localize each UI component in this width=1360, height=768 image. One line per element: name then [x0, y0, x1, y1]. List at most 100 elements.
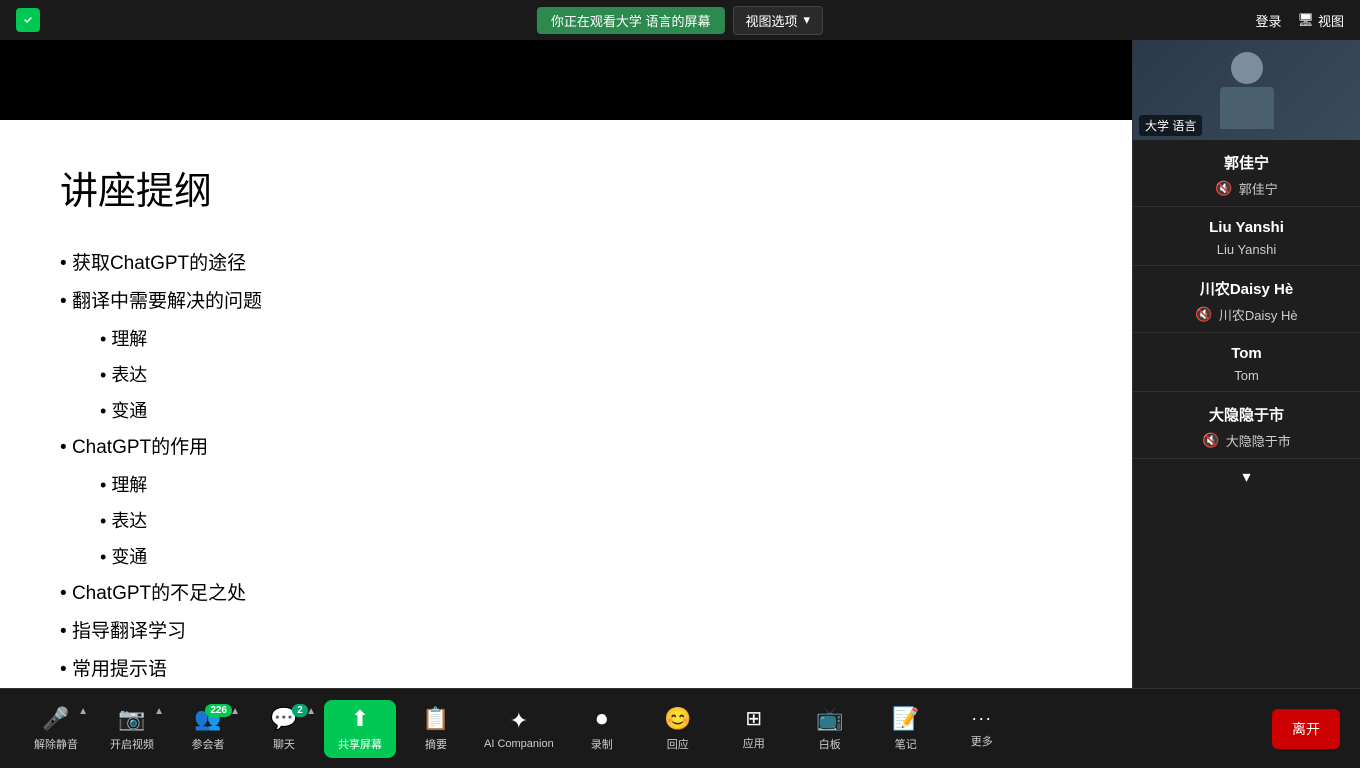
slide-subitem-1b: • 表达 — [60, 357, 1072, 393]
mic-muted-icon-dayinyinyu: 🔇 — [1202, 432, 1219, 449]
apps-button[interactable]: ⊞ 应用 — [718, 702, 790, 755]
top-center: 你正在观看大学 语言的屏幕 视图选项 ▾ — [537, 6, 823, 35]
top-bar: 你正在观看大学 语言的屏幕 视图选项 ▾ 登录 🖥 视图 — [0, 0, 1360, 40]
shield-icon — [16, 8, 40, 32]
participant-status-dayinyinyu: 🔇 大隐隐于市 — [1145, 431, 1348, 450]
expand-participants-button[interactable]: ▾ — [1133, 459, 1360, 495]
participant-status-tom: Tom — [1145, 368, 1348, 383]
slide-subitem-2c: • 变通 — [60, 539, 1072, 575]
slide-subitem-2a: • 理解 — [60, 467, 1072, 503]
top-bar-left — [16, 8, 40, 32]
video-label-btn: 开启视频 — [110, 736, 154, 752]
video-button[interactable]: 📷 开启视频 ▲ — [96, 702, 168, 756]
summary-icon: 📋 — [422, 706, 449, 732]
participant-liuyanshi: Liu Yanshi Liu Yanshi — [1133, 207, 1360, 266]
slide-subitem-1a: • 理解 — [60, 321, 1072, 357]
person-avatar — [1220, 52, 1274, 129]
participant-daisy: 川农Daisy Hè 🔇 川农Daisy Hè — [1133, 266, 1360, 333]
person-head — [1231, 52, 1263, 84]
screen-badge: 你正在观看大学 语言的屏幕 — [537, 7, 725, 34]
mute-arrow: ▲ — [78, 706, 88, 717]
chat-label: 聊天 — [273, 736, 295, 752]
ai-label: AI Companion — [484, 738, 554, 750]
participant-tom: Tom Tom — [1133, 333, 1360, 392]
apps-label: 应用 — [743, 735, 765, 751]
mic-muted-icon-daisy: 🔇 — [1195, 306, 1212, 323]
video-label: 大学 语言 — [1139, 115, 1202, 136]
record-icon: ⏺ — [596, 706, 607, 732]
participants-badge: 226 — [205, 704, 232, 717]
view-options-button[interactable]: 视图选项 ▾ — [733, 6, 824, 35]
react-icon: 😊 — [664, 706, 691, 732]
chevron-down-icon: ▾ — [804, 12, 811, 28]
slide-title: 讲座提纲 — [60, 160, 1072, 215]
participant-status-liuyanshi: Liu Yanshi — [1145, 242, 1348, 257]
mic-muted-icon: 🔇 — [1215, 180, 1232, 197]
right-panel: 大学 语言 郭佳宁 🔇 郭佳宁 Liu Yanshi Liu Yanshi 川农… — [1132, 40, 1360, 688]
slide-item-5: • 常用提示语 — [60, 651, 1072, 688]
notes-button[interactable]: 📝 笔记 — [870, 702, 942, 756]
whiteboard-icon: 📺 — [816, 706, 843, 732]
login-button[interactable]: 登录 — [1255, 11, 1281, 30]
participant-name-tom: Tom — [1145, 345, 1348, 362]
record-button[interactable]: ⏺ 录制 — [566, 702, 638, 756]
view-button[interactable]: 🖥 视图 — [1297, 11, 1344, 30]
react-label: 回应 — [667, 736, 689, 752]
video-arrow: ▲ — [154, 706, 164, 717]
chevron-down-icon: ▾ — [1242, 469, 1250, 486]
slide-item-2: • ChatGPT的作用 — [60, 429, 1072, 467]
bottom-bar: 🎤 解除静音 ▲ 📷 开启视频 ▲ 👥 226 参会者 ▲ 💬 2 聊天 ▲ ⬆… — [0, 688, 1360, 768]
slide-subitem-2b: • 表达 — [60, 503, 1072, 539]
leave-button[interactable]: 离开 — [1272, 709, 1340, 749]
share-label: 共享屏幕 — [338, 736, 382, 752]
top-bar-right: 登录 🖥 视图 — [1255, 11, 1344, 30]
ai-companion-button[interactable]: ✦ AI Companion — [476, 704, 562, 754]
participant-status-daisy: 🔇 川农Daisy Hè — [1145, 305, 1348, 324]
video-thumbnail: 大学 语言 — [1133, 40, 1360, 140]
center-area: 讲座提纲 • 获取ChatGPT的途径 • 翻译中需要解决的问题 • 理解 — [0, 40, 1132, 688]
summary-button[interactable]: 📋 摘要 — [400, 702, 472, 756]
participants-label: 参会者 — [192, 736, 225, 752]
participant-name-dayinyinyu: 大隐隐于市 — [1145, 404, 1348, 425]
person-body — [1220, 87, 1274, 129]
video-icon: 📷 — [118, 706, 145, 732]
notes-label: 笔记 — [895, 736, 917, 752]
participant-name-daisy: 川农Daisy Hè — [1145, 278, 1348, 299]
share-screen-button[interactable]: ⬆ 共享屏幕 — [324, 700, 396, 758]
main-content: 讲座提纲 • 获取ChatGPT的途径 • 翻译中需要解决的问题 • 理解 — [0, 40, 1360, 688]
react-button[interactable]: 😊 回应 — [642, 702, 714, 756]
apps-icon: ⊞ — [745, 706, 762, 731]
bottom-controls: 🎤 解除静音 ▲ 📷 开启视频 ▲ 👥 226 参会者 ▲ 💬 2 聊天 ▲ ⬆… — [20, 700, 1272, 758]
chat-arrow: ▲ — [306, 706, 316, 717]
whiteboard-button[interactable]: 📺 白板 — [794, 702, 866, 756]
screen-share-container: 讲座提纲 • 获取ChatGPT的途径 • 翻译中需要解决的问题 • 理解 — [0, 40, 1132, 688]
participant-name-liuyanshi: Liu Yanshi — [1145, 219, 1348, 236]
slide-item-3: • ChatGPT的不足之处 — [60, 575, 1072, 613]
slide-item-1: • 翻译中需要解决的问题 — [60, 283, 1072, 321]
mute-icon: 🎤 — [42, 706, 69, 732]
participant-dayinyinyu: 大隐隐于市 🔇 大隐隐于市 — [1133, 392, 1360, 459]
mute-button[interactable]: 🎤 解除静音 ▲ — [20, 702, 92, 756]
participant-name-guojaning: 郭佳宁 — [1145, 152, 1348, 173]
participant-guojaning: 郭佳宁 🔇 郭佳宁 — [1133, 140, 1360, 207]
slide-content: • 获取ChatGPT的途径 • 翻译中需要解决的问题 • 理解 • 表达 — [60, 245, 1072, 688]
notes-icon: 📝 — [892, 706, 919, 732]
share-icon: ⬆ — [351, 706, 369, 732]
more-button[interactable]: ··· 更多 — [946, 704, 1018, 753]
summary-label: 摘要 — [425, 736, 447, 752]
ai-icon: ✦ — [510, 708, 528, 734]
participants-button[interactable]: 👥 226 参会者 ▲ — [172, 702, 244, 756]
participants-arrow: ▲ — [230, 706, 240, 717]
whiteboard-label: 白板 — [819, 736, 841, 752]
monitor-icon: 🖥 — [1297, 12, 1314, 28]
slide-area: 讲座提纲 • 获取ChatGPT的途径 • 翻译中需要解决的问题 • 理解 — [0, 120, 1132, 688]
record-label: 录制 — [591, 736, 613, 752]
slide-subitem-1c: • 变通 — [60, 393, 1072, 429]
more-icon: ··· — [971, 708, 992, 729]
slide-item-0: • 获取ChatGPT的途径 — [60, 245, 1072, 283]
black-top — [0, 40, 1132, 120]
participant-status-guojaning: 🔇 郭佳宁 — [1145, 179, 1348, 198]
mute-label: 解除静音 — [34, 736, 78, 752]
chat-button[interactable]: 💬 2 聊天 ▲ — [248, 702, 320, 756]
more-label: 更多 — [971, 733, 993, 749]
